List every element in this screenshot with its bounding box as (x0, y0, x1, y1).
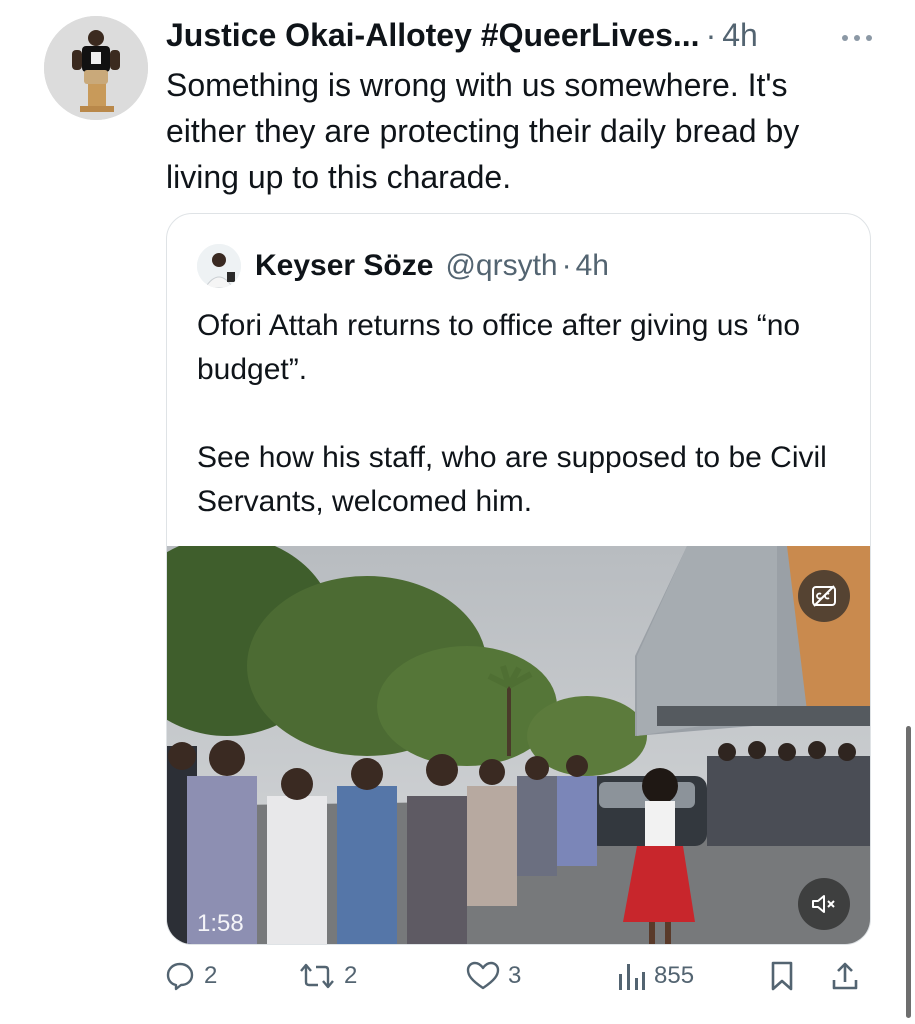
like-button[interactable]: 3 (466, 960, 521, 992)
quoted-author-handle[interactable]: @qrsyth (445, 246, 557, 286)
view-count: 855 (654, 962, 695, 989)
views-button[interactable]: 855 (616, 960, 694, 992)
like-count: 3 (508, 962, 522, 989)
quoted-author-avatar[interactable] (197, 244, 241, 288)
share-icon (832, 962, 858, 990)
quoted-avatar-image (197, 244, 241, 288)
repost-icon (300, 963, 334, 989)
views-chart-icon (619, 964, 645, 990)
quoted-tweet-time[interactable]: 4h (576, 246, 609, 286)
captions-button[interactable] (798, 570, 850, 622)
scrollbar[interactable] (906, 726, 911, 1018)
quoted-paragraph: Ofori Attah returns to office after givi… (197, 309, 801, 386)
quoted-tweet-text: Ofori Attah returns to office after givi… (197, 304, 847, 524)
quoted-paragraph: See how his staff, who are supposed to b… (197, 441, 827, 518)
video-player[interactable]: 1:58 (167, 546, 870, 944)
video-duration: 1:58 (197, 910, 244, 937)
bookmark-button[interactable] (768, 960, 796, 992)
reply-button[interactable]: 2 (164, 960, 217, 992)
share-button[interactable] (830, 960, 860, 992)
bookmark-icon (771, 961, 793, 991)
tweet-header: Justice Okai-Allotey #QueerLives... · 4h (166, 14, 875, 56)
avatar-image (44, 16, 148, 120)
separator-dot: · (705, 17, 717, 53)
heart-icon (466, 961, 500, 990)
more-horizontal-icon[interactable] (841, 24, 873, 44)
closed-captions-off-icon (812, 585, 836, 607)
tweet-time[interactable]: 4h (722, 14, 758, 56)
tweet-actions: 2 2 3 855 (164, 960, 870, 1006)
speaker-muted-icon (812, 895, 835, 913)
author-avatar[interactable] (44, 16, 148, 120)
quoted-tweet-card[interactable]: Keyser Söze @qrsyth · 4h Ofori Attah ret… (166, 213, 871, 945)
separator-dot: · (561, 249, 572, 282)
quoted-tweet-header: Keyser Söze @qrsyth · 4h (255, 246, 609, 286)
mute-button[interactable] (798, 878, 850, 930)
reply-count: 2 (204, 962, 218, 989)
reply-icon (166, 962, 194, 991)
video-frame (167, 546, 870, 944)
author-name[interactable]: Justice Okai-Allotey #QueerLives... (166, 14, 700, 56)
quoted-author-name[interactable]: Keyser Söze (255, 246, 433, 286)
repost-count: 2 (344, 962, 358, 989)
repost-button[interactable]: 2 (298, 960, 357, 992)
tweet-text: Something is wrong with us somewhere. It… (166, 67, 800, 195)
